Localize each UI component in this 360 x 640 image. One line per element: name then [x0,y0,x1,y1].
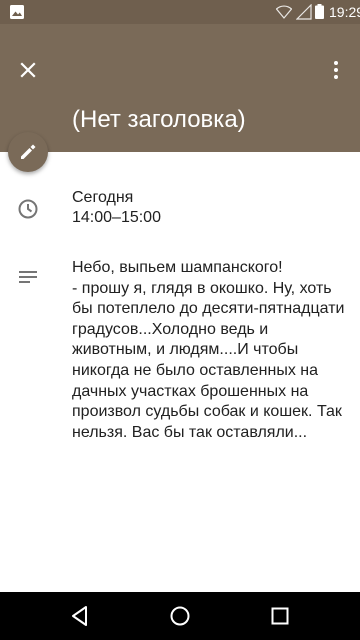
gallery-icon [10,5,24,19]
status-bar: 19:29 [0,0,360,24]
more-options-button[interactable] [318,52,354,88]
notes-icon [19,271,37,283]
pencil-icon [21,144,36,159]
home-icon[interactable] [168,604,192,628]
battery-icon [315,4,324,19]
wifi-icon [276,5,292,19]
event-date: Сегодня [72,189,134,206]
status-clock: 19:29 [329,4,360,20]
more-vert-icon [334,61,338,79]
back-icon[interactable] [68,604,92,628]
close-button[interactable] [10,52,46,88]
clock-icon [18,199,38,219]
edit-event-button[interactable] [8,132,48,172]
event-title: (Нет заголовка) [72,106,246,133]
recents-icon[interactable] [268,604,292,628]
close-icon [20,62,36,78]
signal-icon [296,4,312,20]
event-description: Небо, выпьем шампанского! - прошу я, гля… [72,259,345,441]
event-header: (Нет заголовка) [0,24,360,152]
navigation-bar [0,592,360,640]
event-time-range: 14:00–15:00 [72,209,161,226]
